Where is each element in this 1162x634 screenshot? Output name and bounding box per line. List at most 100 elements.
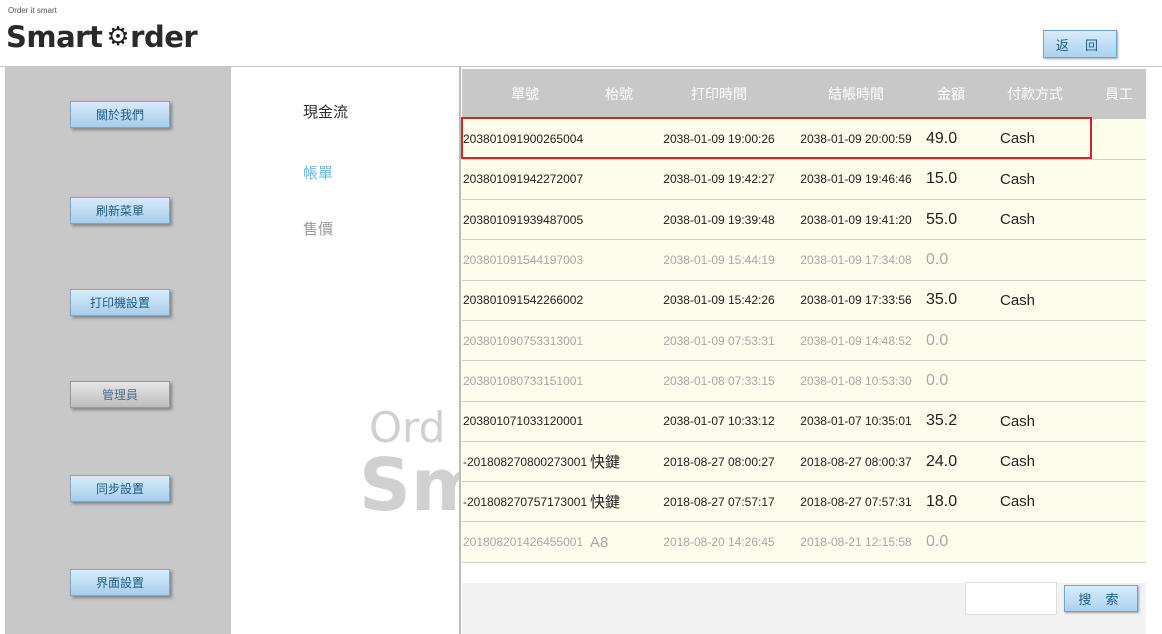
cell-print-time: 2038-01-09 07:53:31 (663, 333, 775, 348)
cell-staff (1092, 280, 1146, 320)
cell-staff (1092, 240, 1146, 280)
search-button[interactable]: 搜 索 (1064, 585, 1138, 612)
cell-checkout-time: 2038-01-07 10:35:01 (800, 414, 912, 429)
cell-table-no (588, 159, 650, 199)
cell-amount: 24.0 (926, 452, 958, 470)
col-header-payment[interactable]: 付款方式 (978, 69, 1092, 119)
cell-order-no: 203801091942272007 (463, 172, 584, 187)
cell-table-no (588, 361, 650, 401)
app-logo: Smart ⚙ rder (6, 20, 198, 54)
cell-order-no: -201808270757173001 (463, 494, 588, 509)
cell-amount: 0.0 (926, 533, 949, 551)
cell-print-time: 2038-01-09 15:44:19 (663, 253, 775, 268)
bills-table: 單號 枱號 打印時間 結帳時間 金額 付款方式 員工 2038010919002… (462, 69, 1146, 563)
col-header-order-no[interactable]: 單號 (462, 69, 588, 119)
table-row[interactable]: 203801091542266002 2038-01-09 15:42:26 2… (462, 280, 1146, 321)
table-row[interactable]: -201808270757173001 快鍵 2018-08-27 07:57:… (462, 481, 1146, 522)
table-row[interactable]: 203801091939487005 2038-01-09 19:39:48 2… (462, 199, 1146, 240)
submenu-item-bills[interactable]: 帳單 (303, 162, 333, 183)
cell-staff (1092, 482, 1146, 522)
submenu-item-cashflow[interactable]: 現金流 (303, 101, 348, 122)
cell-amount: 0.0 (926, 331, 949, 349)
cell-staff (1092, 320, 1146, 360)
cell-payment: Cash (1000, 170, 1036, 188)
cell-staff (1092, 159, 1146, 199)
table-row[interactable]: 203801080733151001 2038-01-08 07:33:15 2… (462, 360, 1146, 402)
sidebar-item-about[interactable]: 關於我們 (70, 101, 170, 128)
table-row[interactable]: 201808201426455001 A8 2018-08-20 14:26:4… (462, 521, 1146, 563)
cell-payment (978, 522, 1092, 562)
cell-print-time: 2018-08-20 14:26:45 (663, 535, 775, 550)
table-row[interactable]: 203801090753313001 2038-01-09 07:53:31 2… (462, 320, 1146, 361)
cell-staff (1092, 119, 1146, 159)
cell-payment: Cash (1000, 291, 1036, 309)
col-header-staff[interactable]: 員工 (1092, 69, 1146, 119)
table-row[interactable]: 203801071033120001 2038-01-07 10:33:12 2… (462, 401, 1146, 442)
cell-payment: Cash (1000, 130, 1036, 148)
sidebar-item-sync-settings[interactable]: 同步設置 (70, 475, 170, 502)
cell-table-no: 快鍵 (590, 454, 621, 472)
cell-order-no: 201808201426455001 (463, 535, 584, 550)
cell-payment (978, 361, 1092, 401)
cell-print-time: 2018-08-27 07:57:17 (663, 494, 775, 509)
cell-table-no (588, 320, 650, 360)
cell-print-time: 2038-01-07 10:33:12 (663, 414, 775, 429)
app-header: Order it smart Smart ⚙ rder 返 回 (0, 0, 1162, 66)
cell-checkout-time: 2038-01-09 19:41:20 (800, 212, 912, 227)
gear-logo-icon: ⚙ (106, 22, 130, 52)
cell-checkout-time: 2018-08-27 08:00:37 (800, 454, 912, 469)
cell-print-time: 2038-01-09 19:00:26 (663, 131, 775, 146)
cell-print-time: 2018-08-27 08:00:27 (663, 454, 775, 469)
logo-text-right: rder (130, 20, 198, 54)
cell-payment: Cash (1000, 211, 1036, 229)
col-header-print-time[interactable]: 打印時間 (650, 69, 788, 119)
cell-staff (1092, 441, 1146, 481)
cell-print-time: 2038-01-09 19:39:48 (663, 212, 775, 227)
sidebar-item-admin[interactable]: 管理員 (70, 381, 170, 408)
sidebar-item-ui-settings[interactable]: 界面設置 (70, 569, 170, 596)
logo-tagline: Order it smart (8, 6, 57, 15)
panel-divider (459, 67, 461, 634)
submenu-item-prices[interactable]: 售價 (303, 218, 333, 239)
submenu-panel: 現金流 帳單 售價 Ord Sm (231, 67, 459, 634)
cell-checkout-time: 2018-08-27 07:57:31 (800, 494, 912, 509)
cell-table-no (588, 119, 650, 159)
cell-table-no (588, 240, 650, 280)
cell-order-no: 203801091900265004 (463, 131, 584, 146)
table-row[interactable]: -201808270800273001 快鍵 2018-08-27 08:00:… (462, 441, 1146, 482)
search-input[interactable] (965, 582, 1057, 615)
col-header-amount[interactable]: 金額 (924, 69, 978, 119)
back-button[interactable]: 返 回 (1043, 30, 1117, 58)
cell-checkout-time: 2018-08-21 12:15:58 (800, 535, 912, 550)
cell-order-no: 203801071033120001 (463, 414, 584, 429)
cell-amount: 55.0 (926, 210, 958, 228)
cell-checkout-time: 2038-01-09 20:00:59 (800, 131, 912, 146)
cell-payment (978, 240, 1092, 280)
sidebar: 關於我們 刷新菜單 打印機設置 管理員 同步設置 界面設置 (5, 67, 231, 634)
table-row[interactable]: 203801091900265004 2038-01-09 19:00:26 2… (462, 119, 1146, 160)
cell-order-no: 203801091544197003 (463, 253, 584, 268)
cell-table-no (588, 200, 650, 240)
table-row[interactable]: 203801091942272007 2038-01-09 19:42:27 2… (462, 159, 1146, 200)
cell-amount: 35.2 (926, 412, 958, 430)
cell-amount: 35.0 (926, 291, 958, 309)
cell-table-no (588, 280, 650, 320)
cell-amount: 15.0 (926, 170, 958, 188)
cell-checkout-time: 2038-01-08 10:53:30 (800, 373, 912, 388)
col-header-checkout-time[interactable]: 結帳時間 (788, 69, 924, 119)
sidebar-item-refresh-menu[interactable]: 刷新菜單 (70, 197, 170, 224)
watermark-line-2: Sm (359, 443, 459, 527)
cell-staff (1092, 522, 1146, 562)
table-row[interactable]: 203801091544197003 2038-01-09 15:44:19 2… (462, 239, 1146, 281)
cell-order-no: -201808270800273001 (463, 454, 588, 469)
cell-payment: Cash (1000, 493, 1036, 511)
cell-amount: 18.0 (926, 492, 958, 510)
cell-print-time: 2038-01-08 07:33:15 (663, 373, 775, 388)
cell-checkout-time: 2038-01-09 17:34:08 (800, 253, 912, 268)
col-header-table-no[interactable]: 枱號 (588, 69, 650, 119)
cell-table-no (588, 401, 650, 441)
cell-amount: 0.0 (926, 251, 949, 269)
cell-order-no: 203801090753313001 (463, 333, 584, 348)
cell-order-no: 203801080733151001 (463, 373, 584, 388)
sidebar-item-printer-settings[interactable]: 打印機設置 (70, 289, 170, 316)
